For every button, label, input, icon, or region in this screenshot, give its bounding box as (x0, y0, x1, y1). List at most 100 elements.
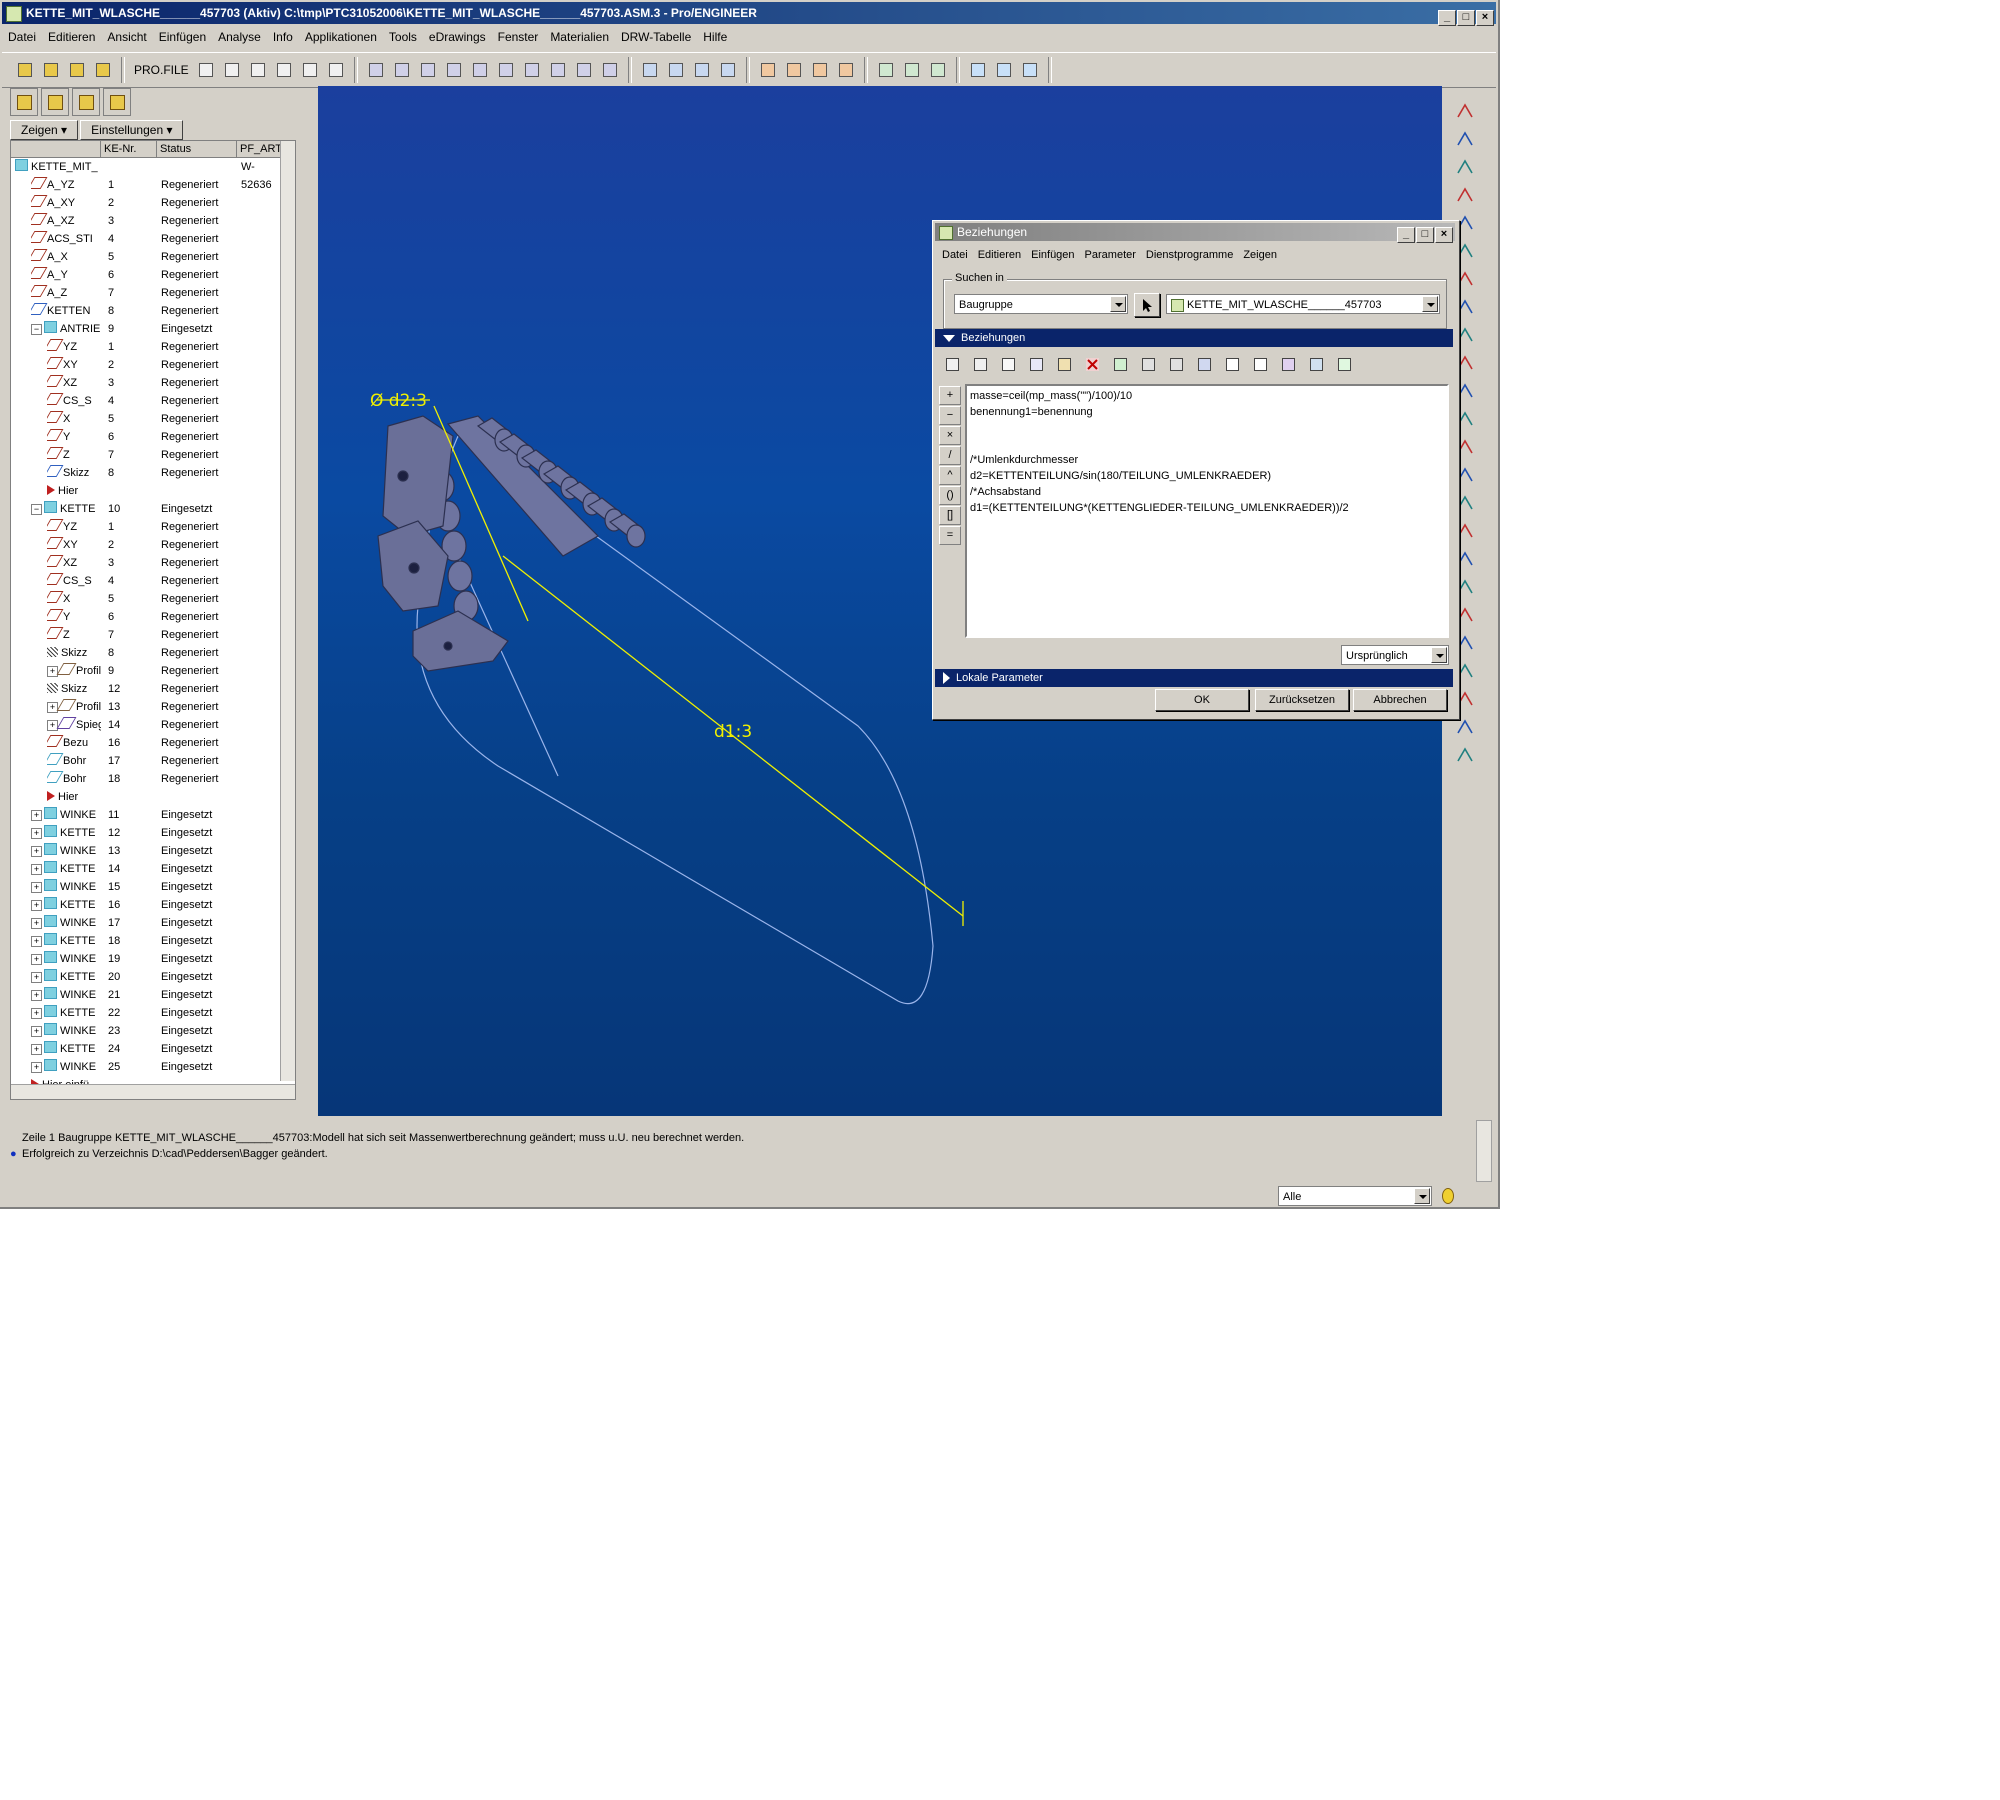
dialog-menu-item[interactable]: Einfügen (1026, 247, 1079, 263)
undo-icon[interactable] (195, 59, 217, 81)
pick-model-button[interactable] (1134, 293, 1160, 317)
tree-row[interactable]: Skizz 8 Regeneriert (11, 464, 281, 482)
show-menu-button[interactable]: Zeigen ▾ (10, 120, 79, 140)
tree-row[interactable]: XZ 3 Regeneriert (11, 554, 281, 572)
collapse-icon[interactable]: − (31, 504, 42, 515)
expand-icon[interactable]: + (47, 702, 58, 713)
menu-item[interactable]: Hilfe (697, 27, 733, 47)
datum-points-icon[interactable] (809, 59, 831, 81)
no-hidden-icon[interactable] (691, 59, 713, 81)
function-icon[interactable] (1222, 354, 1244, 376)
expand-icon[interactable]: + (31, 972, 42, 983)
tree-row[interactable]: XZ 3 Regeneriert (11, 374, 281, 392)
axis-tool-icon[interactable] (1454, 156, 1476, 178)
zoom-in-icon[interactable] (417, 59, 439, 81)
menu-item[interactable]: Applikationen (299, 27, 383, 47)
column-nr[interactable]: KE-Nr. (101, 141, 157, 157)
local-parameters-section-header[interactable]: Lokale Parameter (935, 669, 1453, 687)
tree-row[interactable]: + KETTE 22 Eingesetzt (11, 1004, 281, 1022)
model-tree-icon[interactable] (875, 59, 897, 81)
curve-tool-icon[interactable] (1454, 184, 1476, 206)
lightbulb-icon[interactable] (1442, 1188, 1454, 1204)
repaint-icon[interactable] (495, 59, 517, 81)
tree-row[interactable]: + WINKE 17 Eingesetzt (11, 914, 281, 932)
tree-row[interactable]: + KETTE 16 Eingesetzt (11, 896, 281, 914)
measure-icon[interactable] (1019, 59, 1041, 81)
operator-button[interactable]: / (939, 446, 961, 465)
tree-row[interactable]: Skizz 8 Regeneriert (11, 644, 281, 662)
column-status[interactable]: Status (157, 141, 237, 157)
settings-menu-button[interactable]: Einstellungen ▾ (80, 120, 184, 140)
tree-row[interactable]: ACS_STI 4 Regeneriert (11, 230, 281, 248)
expand-icon[interactable]: + (31, 918, 42, 929)
select-box-icon[interactable] (325, 59, 347, 81)
tree-row[interactable]: + KETTE 12 Eingesetzt (11, 824, 281, 842)
message-scrollbar[interactable] (1476, 1120, 1492, 1182)
zoom-out-icon[interactable] (443, 59, 465, 81)
paste-icon[interactable] (273, 59, 295, 81)
shading-icon[interactable] (717, 59, 739, 81)
tree-row[interactable]: + WINKE 11 Eingesetzt (11, 806, 281, 824)
view-manager-icon[interactable] (599, 59, 621, 81)
expand-icon[interactable]: + (31, 954, 42, 965)
dimension-d1-label[interactable]: d1:3 (714, 722, 752, 742)
relations-section-header[interactable]: Beziehungen (935, 329, 1453, 347)
coord-sys-icon[interactable] (835, 59, 857, 81)
model-select[interactable]: KETTE_MIT_WLASCHE______457703 (1166, 294, 1440, 314)
column-name[interactable] (11, 141, 101, 157)
plane-tool-icon[interactable] (1454, 128, 1476, 150)
new-icon[interactable] (14, 59, 36, 81)
orient-icon[interactable] (391, 59, 413, 81)
menu-item[interactable]: eDrawings (423, 27, 492, 47)
menu-item[interactable]: Info (267, 27, 299, 47)
dialog-menu-item[interactable]: Parameter (1080, 247, 1141, 263)
dialog-menu-item[interactable]: Editieren (973, 247, 1026, 263)
menu-item[interactable]: Materialien (544, 27, 615, 47)
dimension-d2-label[interactable]: Ø d2:3 (370, 391, 427, 411)
layers-icon[interactable] (573, 59, 595, 81)
parenthesis-icon[interactable] (1250, 354, 1272, 376)
delete-icon[interactable] (1082, 354, 1104, 376)
sort-icon[interactable] (1306, 354, 1328, 376)
hidden-line-icon[interactable] (665, 59, 687, 81)
context-help-icon[interactable] (927, 59, 949, 81)
sketch-tool-icon[interactable] (1454, 100, 1476, 122)
tree-row[interactable]: + Profil 9 Regeneriert (11, 662, 281, 680)
sketch-icon[interactable] (967, 59, 989, 81)
expand-icon[interactable]: + (31, 1062, 42, 1073)
cancel-button[interactable]: Abbrechen (1353, 689, 1447, 711)
print-icon[interactable] (92, 59, 114, 81)
redo-icon[interactable] (970, 354, 992, 376)
operator-button[interactable]: + (939, 386, 961, 405)
tree-root[interactable]: KETTE_MIT_ W-52636 (11, 158, 281, 191)
spin-icon[interactable] (521, 59, 543, 81)
menu-item[interactable]: Datei (2, 27, 42, 47)
tree-row[interactable]: A_XZ 3 Regeneriert (11, 212, 281, 230)
close-window-icon[interactable] (901, 59, 923, 81)
folder-tab[interactable] (72, 88, 100, 116)
tree-row[interactable]: + KETTE 18 Eingesetzt (11, 932, 281, 950)
operator-button[interactable]: () (939, 486, 961, 505)
tree-row[interactable]: YZ 1 Regeneriert (11, 518, 281, 536)
save-icon[interactable] (66, 59, 88, 81)
dialog-minimize-button[interactable]: _ (1397, 227, 1415, 243)
menu-item[interactable]: Einfügen (153, 27, 212, 47)
operator-button[interactable]: ^ (939, 466, 961, 485)
units-select[interactable]: Ursprünglich (1341, 645, 1449, 665)
saved-views-icon[interactable] (547, 59, 569, 81)
tree-row[interactable]: Hier (11, 482, 281, 500)
paste-icon[interactable] (1054, 354, 1076, 376)
tree-row[interactable]: A_X 5 Regeneriert (11, 248, 281, 266)
tree-row[interactable]: Z 7 Regeneriert (11, 446, 281, 464)
favorites-tab[interactable] (103, 88, 131, 116)
menu-item[interactable]: Fenster (492, 27, 545, 47)
maximize-button[interactable]: □ (1457, 10, 1475, 26)
copy-icon[interactable] (1026, 354, 1048, 376)
ok-button[interactable]: OK (1155, 689, 1249, 711)
expand-icon[interactable]: + (31, 810, 42, 821)
operator-button[interactable]: = (939, 526, 961, 545)
find-icon[interactable] (299, 59, 321, 81)
tree-row[interactable]: + WINKE 13 Eingesetzt (11, 842, 281, 860)
tree-row[interactable]: + WINKE 15 Eingesetzt (11, 878, 281, 896)
tree-row[interactable]: + WINKE 21 Eingesetzt (11, 986, 281, 1004)
